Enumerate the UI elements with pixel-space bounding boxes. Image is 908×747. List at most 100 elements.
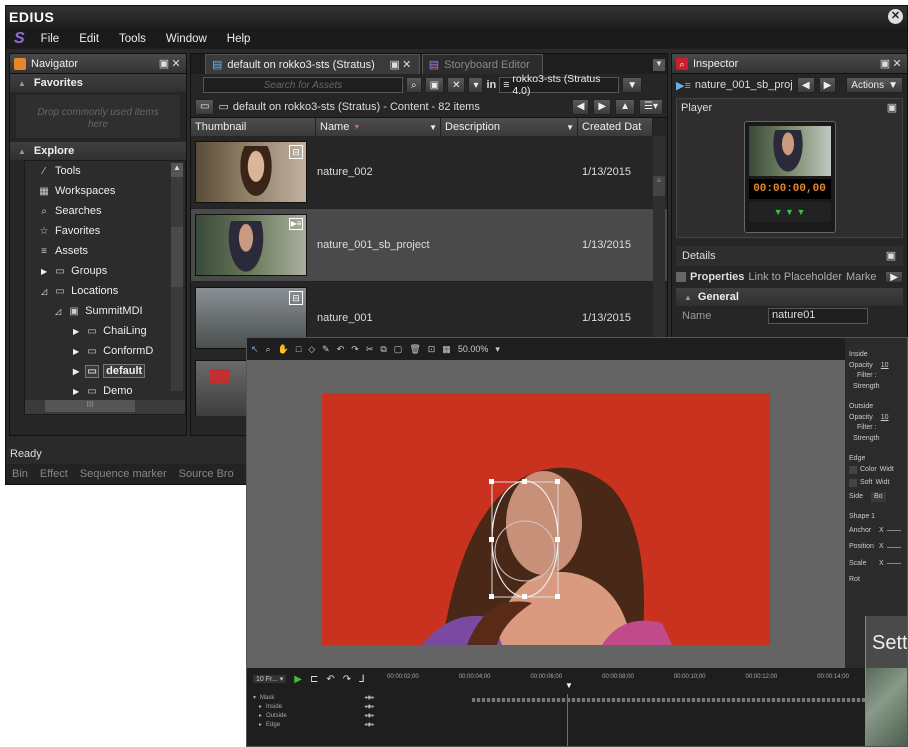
add-keyframe-icon[interactable]: ⊏ xyxy=(310,674,318,685)
back-icon[interactable]: ◀ xyxy=(571,98,590,115)
edge-soft-checkbox[interactable] xyxy=(849,479,857,488)
clear-search-icon[interactable]: ✕ xyxy=(447,77,466,93)
tab-sequence-marker[interactable]: Sequence marker xyxy=(80,468,167,480)
play-icon[interactable]: ▶ xyxy=(294,674,302,685)
tree-item-tools[interactable]: ⁄ Tools xyxy=(25,161,185,181)
col-created[interactable]: Created Dat xyxy=(578,118,653,136)
delete-icon[interactable]: 🗑 xyxy=(409,344,420,355)
search-input[interactable]: Search for Assets xyxy=(203,77,403,93)
tree-item-assets[interactable]: ≡ Assets xyxy=(25,241,185,261)
track-row[interactable]: ▸ Outside ◂◆▸ xyxy=(253,712,375,721)
tree-item-conformd[interactable]: ▶ ▭ ConformD xyxy=(25,341,185,361)
tab-bin[interactable]: Bin xyxy=(12,468,28,480)
zoom-dropdown-icon[interactable]: ▾ xyxy=(495,344,500,355)
mask-shape[interactable] xyxy=(483,477,563,602)
dock-icon[interactable]: ▣ xyxy=(389,59,401,71)
track-row[interactable]: ▾ Mask ◂◆▸ xyxy=(253,694,375,703)
view-mode-icon[interactable]: ☰▾ xyxy=(639,98,663,115)
tree-item-workspaces[interactable]: ▦ Workspaces xyxy=(25,181,185,201)
menu-edit[interactable]: Edit xyxy=(69,33,109,45)
col-name[interactable]: Name ▼ ▼ xyxy=(316,118,441,136)
tree-item-favorites[interactable]: ☆ Favorites xyxy=(25,221,185,241)
dock-icon[interactable]: ▣ xyxy=(886,102,898,114)
tree-item-demo[interactable]: ▶ ▭ Demo xyxy=(25,381,185,401)
scale-x-field[interactable] xyxy=(886,563,901,565)
favorites-drop-area[interactable]: Drop commonly used items here xyxy=(16,95,180,138)
tab-menu-icon[interactable]: ▼ xyxy=(653,59,665,71)
opacity-value[interactable]: 10 xyxy=(881,413,889,424)
actions-button[interactable]: Actions ▼ xyxy=(846,77,903,93)
tab-close-icon[interactable]: ✕ xyxy=(401,59,413,71)
grid-icon[interactable]: ▦ xyxy=(442,344,451,355)
dock-icon[interactable]: ▣ xyxy=(158,58,170,70)
tab-content[interactable]: ▤ default on rokko3-sts (Stratus) ▣ ✕ xyxy=(205,54,420,74)
tree-item-summitmdi[interactable]: ◿ ▣ SummitMDI xyxy=(25,301,185,321)
copy-icon[interactable]: ⧉ xyxy=(380,344,386,355)
keyframe-nav-icon[interactable]: ◂◆▸ xyxy=(364,712,375,721)
undo-icon[interactable]: ↶ xyxy=(337,344,345,355)
tabs-scroll-icon[interactable]: ▶ xyxy=(885,271,903,283)
table-row[interactable]: ⊟ nature_002 1/13/2015 xyxy=(191,136,667,209)
pen-tool-icon[interactable]: ✎ xyxy=(322,344,330,355)
playhead-icon[interactable]: ▼ xyxy=(565,681,573,690)
tab-effect[interactable]: Effect xyxy=(40,468,68,480)
zoom-tool-icon[interactable]: ⌕ xyxy=(266,344,271,355)
favorites-section[interactable]: ▲ Favorites xyxy=(10,74,186,92)
track-row[interactable]: ▸ Edge ◂◆▸ xyxy=(253,721,375,730)
menu-help[interactable]: Help xyxy=(217,33,261,45)
preview-canvas[interactable] xyxy=(247,360,845,668)
panel-close-icon[interactable]: ✕ xyxy=(170,58,182,70)
tree-vscrollbar[interactable]: ▲ xyxy=(171,163,183,391)
edge-color-checkbox[interactable] xyxy=(849,465,857,474)
paste-icon[interactable]: ▢ xyxy=(394,344,403,355)
filter-icon[interactable]: ▼ xyxy=(566,123,574,132)
filter-icon[interactable]: ▼ xyxy=(429,123,437,132)
rectangle-tool-icon[interactable]: □ xyxy=(296,344,301,354)
tree-item-locations[interactable]: ◿ ▭ Locations xyxy=(25,281,185,301)
menu-tools[interactable]: Tools xyxy=(109,33,156,45)
dock-icon[interactable]: ▣ xyxy=(885,250,897,262)
anchor-x-field[interactable] xyxy=(886,530,901,532)
table-row-selected[interactable]: ▶≡ nature_001_sb_project 1/13/2015 xyxy=(191,209,667,282)
forward-icon[interactable]: ▶ xyxy=(593,98,612,115)
keyframe-nav-icon[interactable]: ◂◆▸ xyxy=(364,694,375,703)
next-keyframe-icon[interactable]: ↷ xyxy=(343,674,351,685)
menu-window[interactable]: Window xyxy=(156,33,217,45)
tree-item-default[interactable]: ▶ ▭ default xyxy=(25,361,185,381)
hscroll-thumb[interactable]: III xyxy=(45,400,135,412)
explore-section[interactable]: ▲ Explore xyxy=(10,142,186,160)
keyframe-nav-icon[interactable]: ◂◆▸ xyxy=(364,703,375,712)
close-icon[interactable]: ✕ xyxy=(888,9,903,24)
inside-filter-row[interactable]: Filter : xyxy=(849,371,905,382)
tree-item-searches[interactable]: ⌕ Searches xyxy=(25,201,185,221)
tab-properties[interactable]: Properties xyxy=(690,271,744,283)
cut-icon[interactable]: ✂ xyxy=(366,344,374,355)
tab-link-placeholder[interactable]: Link to Placeholder xyxy=(748,271,842,283)
search-options-icon[interactable]: ▾ xyxy=(468,77,484,93)
track-row[interactable]: ▸ Inside ◂◆▸ xyxy=(253,703,375,712)
select-tool-icon[interactable]: ↖ xyxy=(251,344,259,355)
frame-step-select[interactable]: 10 Fr... ▾ xyxy=(253,675,287,683)
redo-icon[interactable]: ↷ xyxy=(351,344,359,355)
outside-filter-row[interactable]: Filter : xyxy=(849,423,905,434)
keyframe-icon[interactable]: ⅃ xyxy=(359,674,365,685)
prev-asset-icon[interactable]: ◀ xyxy=(796,77,815,93)
tree-item-chailing[interactable]: ▶ ▭ ChaiLing xyxy=(25,321,185,341)
col-description[interactable]: Description ▼ xyxy=(441,118,578,136)
tab-source-browser[interactable]: Source Bro xyxy=(179,468,234,480)
player-preview[interactable]: 00:00:00,00 ▼ ▼ ▼ xyxy=(743,121,836,233)
search-icon[interactable]: ⌕ xyxy=(406,77,422,93)
timeline-ruler[interactable]: 00:00:02;00 00:00:04;00 00:00:06;00 00:0… xyxy=(387,674,849,680)
keyframe-nav-icon[interactable]: ◂◆▸ xyxy=(364,721,375,730)
general-section[interactable]: ▲ General xyxy=(676,288,903,306)
dock-icon[interactable]: ▣ xyxy=(879,58,891,70)
next-asset-icon[interactable]: ▶ xyxy=(818,77,837,93)
hand-tool-icon[interactable]: ✋ xyxy=(278,344,289,355)
prev-keyframe-icon[interactable]: ↶ xyxy=(326,674,334,685)
opacity-value[interactable]: 10 xyxy=(881,361,889,372)
browse-icon[interactable]: ▭ xyxy=(195,98,215,115)
ellipse-tool-icon[interactable]: ◇ xyxy=(308,344,315,355)
name-field[interactable]: nature01 xyxy=(768,308,868,324)
save-search-icon[interactable]: ▣ xyxy=(424,77,445,93)
fit-icon[interactable]: ⊡ xyxy=(428,344,436,355)
